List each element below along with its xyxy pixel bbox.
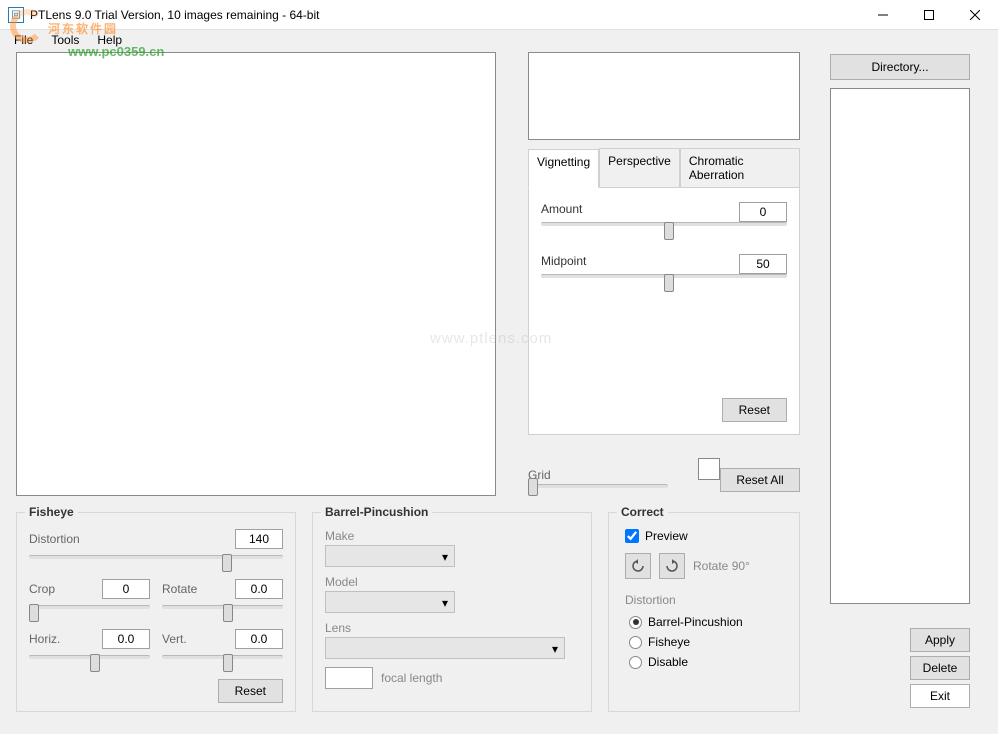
menu-bar: File Tools Help <box>0 30 998 50</box>
amount-input[interactable] <box>739 202 787 222</box>
vert-slider[interactable] <box>162 655 283 671</box>
radio-icon <box>629 636 642 649</box>
rotate-90-label: Rotate 90° <box>693 559 750 573</box>
lens-label: Lens <box>325 621 579 635</box>
minimize-button[interactable] <box>860 0 906 30</box>
preview-small <box>528 52 800 140</box>
correct-distortion-label: Distortion <box>625 593 787 607</box>
title-bar: 回 PTLens 9.0 Trial Version, 10 images re… <box>0 0 998 30</box>
maximize-button[interactable] <box>906 0 952 30</box>
app-icon: 回 <box>8 7 24 23</box>
horiz-label: Horiz. <box>29 632 89 646</box>
file-list[interactable] <box>830 88 970 604</box>
midpoint-input[interactable] <box>739 254 787 274</box>
focal-length-input[interactable] <box>325 667 373 689</box>
vignetting-reset-button[interactable]: Reset <box>722 398 787 422</box>
menu-tools[interactable]: Tools <box>43 31 87 49</box>
delete-button[interactable]: Delete <box>910 656 970 680</box>
preview-label: Preview <box>645 529 688 543</box>
radio-disable[interactable]: Disable <box>629 655 787 669</box>
exit-button[interactable]: Exit <box>910 684 970 708</box>
window-title: PTLens 9.0 Trial Version, 10 images rema… <box>30 8 860 22</box>
rotate-cw-button[interactable] <box>659 553 685 579</box>
fisheye-distortion-slider[interactable] <box>29 555 283 571</box>
fisheye-distortion-input[interactable] <box>235 529 283 549</box>
vert-input[interactable] <box>235 629 283 649</box>
apply-button[interactable]: Apply <box>910 628 970 652</box>
menu-help[interactable]: Help <box>89 31 130 49</box>
chevron-down-icon: ▾ <box>552 642 558 656</box>
correct-title: Correct <box>617 505 668 519</box>
radio-barrel-pincushion: Barrel-Pincushion <box>629 615 787 629</box>
close-button[interactable] <box>952 0 998 30</box>
tab-chromatic-aberration[interactable]: Chromatic Aberration <box>680 148 800 187</box>
crop-label: Crop <box>29 582 89 596</box>
crop-slider[interactable] <box>29 605 150 621</box>
amount-slider[interactable] <box>541 222 787 238</box>
amount-label: Amount <box>541 202 601 216</box>
lens-select[interactable]: ▾ <box>325 637 565 659</box>
barrel-title: Barrel-Pincushion <box>321 505 432 519</box>
focal-length-label: focal length <box>381 671 442 685</box>
make-select[interactable]: ▾ <box>325 545 455 567</box>
reset-all-button[interactable]: Reset All <box>720 468 800 492</box>
preview-checkbox[interactable] <box>625 529 639 543</box>
directory-button[interactable]: Directory... <box>830 54 970 80</box>
midpoint-label: Midpoint <box>541 254 601 268</box>
fisheye-reset-button[interactable]: Reset <box>218 679 283 703</box>
model-label: Model <box>325 575 579 589</box>
horiz-slider[interactable] <box>29 655 150 671</box>
radio-icon <box>629 616 642 629</box>
correction-tabs: Vignetting Perspective Chromatic Aberrat… <box>528 148 800 424</box>
menu-file[interactable]: File <box>6 31 41 49</box>
distortion-label: Distortion <box>29 532 89 546</box>
grid-slider-thumb[interactable] <box>528 478 538 496</box>
make-label: Make <box>325 529 579 543</box>
grid-slider[interactable] <box>528 484 668 488</box>
rotate-ccw-button[interactable] <box>625 553 651 579</box>
rotate-ccw-icon <box>631 559 645 573</box>
tab-vignetting[interactable]: Vignetting <box>528 149 599 188</box>
fisheye-group: Fisheye Distortion Crop Rotate Horiz. <box>16 512 296 712</box>
radio-fisheye[interactable]: Fisheye <box>629 635 787 649</box>
model-select[interactable]: ▾ <box>325 591 455 613</box>
rotate-label: Rotate <box>162 582 222 596</box>
crop-input[interactable] <box>102 579 150 599</box>
rotate-cw-icon <box>665 559 679 573</box>
tab-perspective[interactable]: Perspective <box>599 148 680 187</box>
chevron-down-icon: ▾ <box>442 550 448 564</box>
rotate-slider[interactable] <box>162 605 283 621</box>
barrel-pincushion-group: Barrel-Pincushion Make ▾ Model ▾ Lens ▾ … <box>312 512 592 712</box>
radio-icon <box>629 656 642 669</box>
grid-color-swatch[interactable] <box>698 458 720 480</box>
midpoint-slider[interactable] <box>541 274 787 290</box>
chevron-down-icon: ▾ <box>442 596 448 610</box>
fisheye-title: Fisheye <box>25 505 78 519</box>
rotate-input[interactable] <box>235 579 283 599</box>
vert-label: Vert. <box>162 632 222 646</box>
correct-group: Correct Preview Rotate 90° Distortion Ba… <box>608 512 800 712</box>
preview-large <box>16 52 496 496</box>
horiz-input[interactable] <box>102 629 150 649</box>
